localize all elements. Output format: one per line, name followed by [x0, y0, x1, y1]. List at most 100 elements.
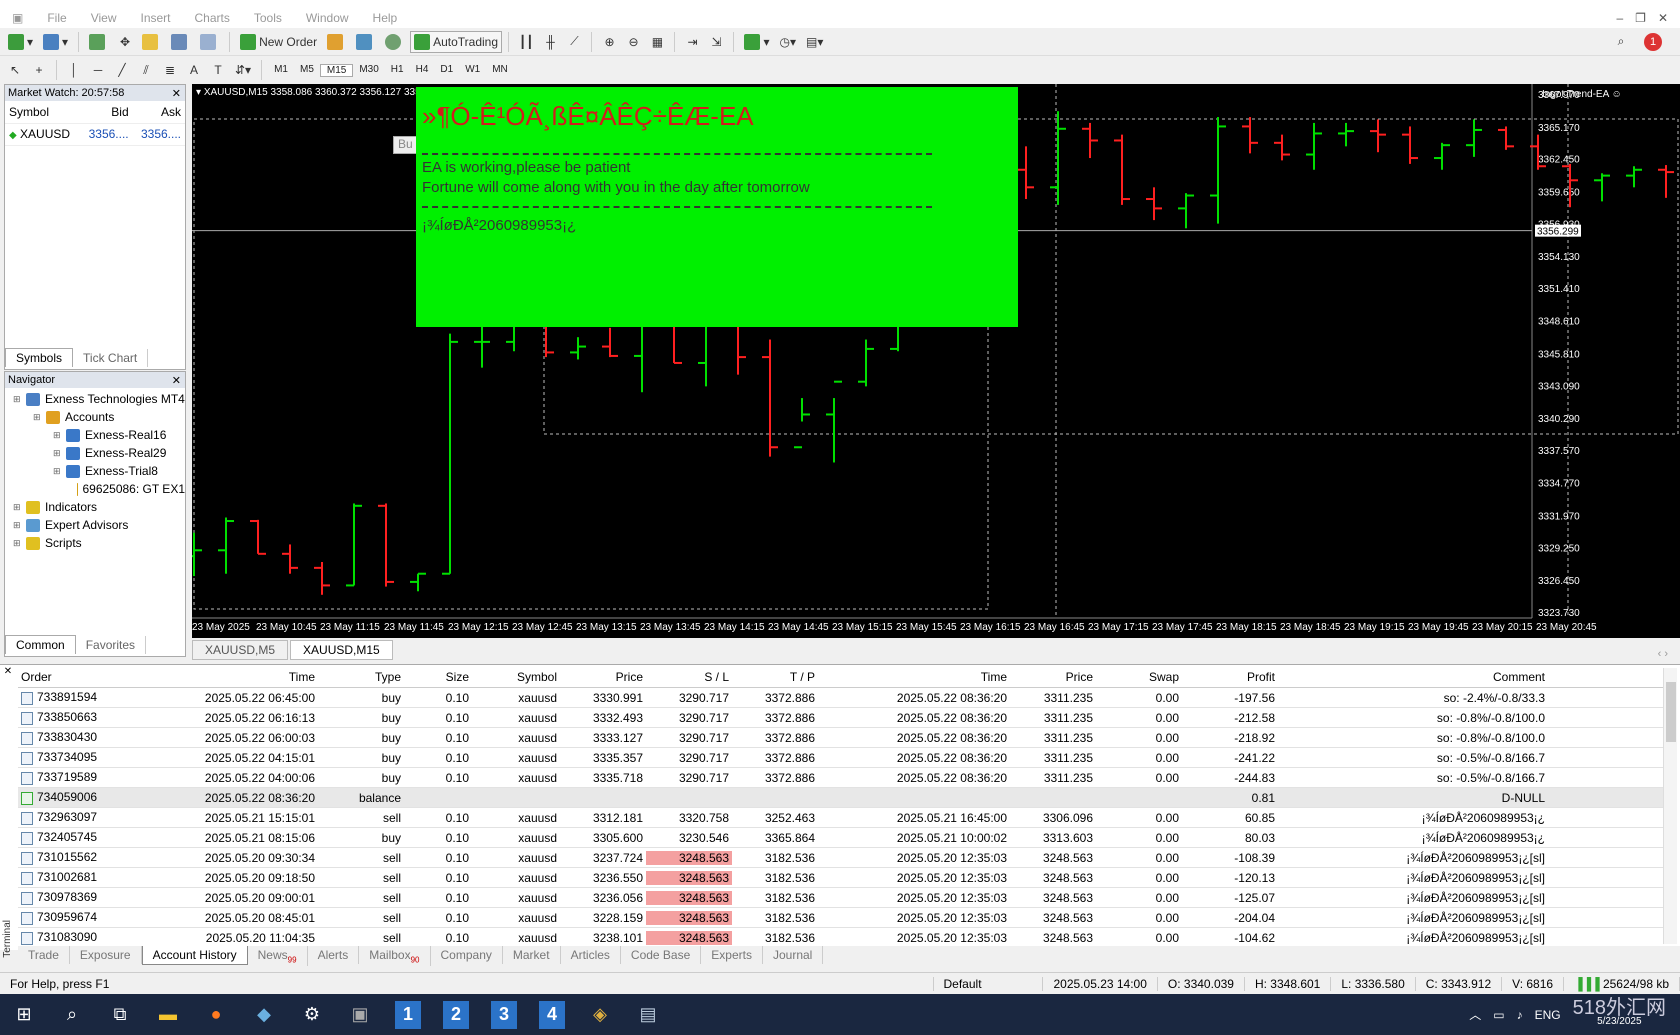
restore-icon[interactable]: ❐ — [1635, 11, 1646, 25]
new-order-button[interactable]: New Order — [236, 31, 321, 53]
tab-tick-chart[interactable]: Tick Chart — [73, 349, 149, 367]
menu-help[interactable]: Help — [361, 11, 410, 25]
profiles-button[interactable]: ▾ — [39, 31, 72, 53]
mt4-instance-3[interactable]: 3 — [491, 1000, 517, 1029]
bar-chart-icon[interactable]: ┃┃ — [515, 31, 537, 53]
column-header[interactable]: Time — [818, 670, 1010, 684]
column-bid[interactable]: Bid — [80, 101, 133, 124]
tab-common[interactable]: Common — [5, 635, 76, 654]
market-watch-row[interactable]: ◆ XAUUSD 3356.... 3356.... — [5, 123, 185, 146]
zoom-in-icon[interactable]: ⊕ — [598, 31, 620, 53]
chart-tab-xauusd-m15[interactable]: XAUUSD,M15 — [290, 640, 393, 660]
navigator-item[interactable]: ⊞ Exness-Real16 — [5, 426, 185, 444]
column-header[interactable]: Price — [560, 670, 646, 684]
tab-symbols[interactable]: Symbols — [5, 348, 74, 367]
table-row[interactable]: 730959674 2025.05.20 08:45:01 sell 0.10 xauu… — [18, 908, 1663, 928]
expander-icon[interactable]: ⊞ — [13, 394, 23, 405]
app-icon[interactable]: ▣ — [336, 994, 384, 1035]
terminal-tab[interactable]: Exposure — [70, 946, 142, 964]
terminal-tab[interactable]: Code Base — [621, 946, 702, 964]
periods-clock-icon[interactable]: ◷▾ — [776, 31, 801, 53]
expander-icon[interactable]: ⊞ — [13, 502, 23, 513]
settings-gear-icon[interactable]: ⚙ — [288, 994, 336, 1035]
timeframe-m15[interactable]: M15 — [319, 63, 354, 77]
navigator-item[interactable]: ⊞ Exness-Real29 — [5, 444, 185, 462]
terminal-tab[interactable]: Journal — [763, 946, 824, 964]
strategy-tester-icon[interactable] — [196, 31, 223, 53]
crosshair-icon[interactable]: + — [28, 59, 50, 81]
table-row[interactable]: 730978369 2025.05.20 09:00:01 sell 0.10 xauu… — [18, 888, 1663, 908]
menu-view[interactable]: View — [79, 11, 129, 25]
navigator-item[interactable]: 69625086: GT EX1 — [5, 480, 185, 498]
timeframe-m5[interactable]: M5 — [294, 64, 320, 77]
table-row[interactable]: 731002681 2025.05.20 09:18:50 sell 0.10 xauu… — [18, 868, 1663, 888]
table-row[interactable]: 732405745 2025.05.21 08:15:06 buy 0.10 xauus… — [18, 828, 1663, 848]
terminal-tab[interactable]: News99 — [248, 946, 308, 967]
terminal-tab[interactable]: Articles — [561, 946, 621, 964]
zoom-out-icon[interactable]: ⊖ — [622, 31, 644, 53]
metaeditor-icon[interactable] — [323, 31, 350, 53]
start-icon[interactable]: ⊞ — [0, 994, 48, 1035]
notifications-icon[interactable]: 1 — [1644, 32, 1662, 51]
fibonacci-icon[interactable]: ≣ — [159, 59, 181, 81]
chart-shift-icon[interactable]: ⇥ — [681, 31, 703, 53]
menu-window[interactable]: Window — [294, 11, 361, 25]
templates-icon[interactable]: ▤▾ — [802, 31, 827, 53]
close-icon[interactable]: ✕ — [1658, 11, 1668, 25]
column-header[interactable]: Time — [128, 670, 318, 684]
expander-icon[interactable]: ⊞ — [33, 412, 43, 423]
navigator-item[interactable]: ⊞ Exness-Trial8 — [5, 462, 185, 480]
volume-icon[interactable]: ♪ — [1517, 1008, 1523, 1022]
terminal-tab[interactable]: Trade — [18, 946, 70, 964]
arrows-icon[interactable]: ⇵▾ — [231, 59, 255, 81]
chart-tab-scroll-icon[interactable]: ‹ › — [1658, 648, 1680, 660]
terminal-tab[interactable]: Market — [503, 946, 561, 964]
mt4-instance-1[interactable]: 1 — [395, 1000, 421, 1029]
app-icon[interactable]: ▣ — [0, 11, 35, 25]
column-header[interactable]: S / L — [646, 670, 732, 684]
table-row[interactable]: 734059006 2025.05.22 08:36:20 balance 0.81 D… — [18, 788, 1663, 808]
mt4-instance-2[interactable]: 2 — [443, 1000, 469, 1029]
navigator-item[interactable]: ⊞ Expert Advisors — [5, 516, 185, 534]
column-header[interactable]: Order — [18, 670, 128, 684]
indicators-menu-icon[interactable]: ▾ — [740, 31, 773, 53]
terminal-tab[interactable]: Account History — [141, 946, 248, 965]
close-icon[interactable]: ✕ — [172, 374, 181, 387]
scrollbar-thumb[interactable] — [1666, 682, 1676, 742]
column-header[interactable]: Symbol — [472, 670, 560, 684]
column-header[interactable]: Swap — [1096, 670, 1182, 684]
app-icon[interactable]: ◆ — [240, 994, 288, 1035]
search-icon[interactable]: ⌕ — [1610, 31, 1632, 53]
column-header[interactable]: T / P — [732, 670, 818, 684]
column-header[interactable]: Price — [1010, 670, 1096, 684]
menu-tools[interactable]: Tools — [242, 11, 294, 25]
search-icon[interactable]: ⌕ — [48, 994, 96, 1035]
network-icon[interactable]: ▭ — [1493, 1008, 1504, 1022]
column-ask[interactable]: Ask — [132, 101, 185, 124]
globe-icon[interactable] — [381, 31, 408, 53]
chart-tab-xauusd-m5[interactable]: XAUUSD,M5 — [192, 640, 289, 660]
column-symbol[interactable]: Symbol — [5, 101, 81, 124]
firefox-icon[interactable]: ● — [192, 994, 240, 1035]
language-indicator[interactable]: ENG — [1535, 1008, 1561, 1022]
market-watch-toggle-icon[interactable] — [85, 31, 112, 53]
table-row[interactable]: 732963097 2025.05.21 15:15:01 sell 0.10 xauu… — [18, 808, 1663, 828]
signals-icon[interactable] — [352, 31, 379, 53]
terminal-tab[interactable]: Experts — [701, 946, 763, 964]
file-explorer-icon[interactable]: ▬ — [144, 994, 192, 1035]
text-label-icon[interactable]: T — [207, 59, 229, 81]
task-view-icon[interactable]: ⧉ — [96, 994, 144, 1035]
minimize-icon[interactable]: – — [1616, 11, 1623, 25]
expander-icon[interactable]: ⊞ — [53, 448, 63, 459]
column-header[interactable]: Type — [318, 670, 404, 684]
line-chart-icon[interactable]: ⟋ — [563, 31, 585, 53]
timeframe-w1[interactable]: W1 — [459, 64, 486, 77]
mt4-instance-4[interactable]: 4 — [539, 1000, 565, 1029]
navigator-item[interactable]: ⊞ Exness Technologies MT4 — [5, 390, 185, 408]
expander-icon[interactable]: ⊞ — [13, 538, 23, 549]
expander-icon[interactable]: ⊞ — [13, 520, 23, 531]
expander-icon[interactable]: ⊞ — [53, 430, 63, 441]
menu-charts[interactable]: Charts — [183, 11, 242, 25]
expander-icon[interactable]: ⊞ — [53, 466, 63, 477]
tile-windows-icon[interactable]: ▦ — [646, 31, 668, 53]
